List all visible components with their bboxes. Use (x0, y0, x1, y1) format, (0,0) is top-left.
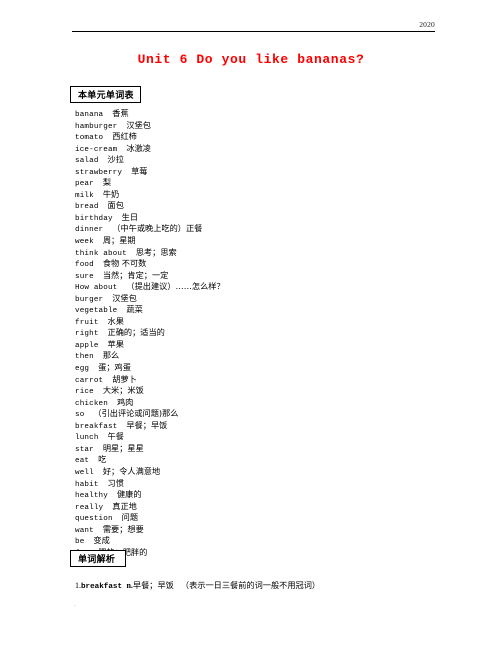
vocabulary-definition: 胡萝卜 (112, 373, 137, 384)
analysis-entry-definition: 早餐；早饭 (132, 580, 174, 590)
vocabulary-row: bread 面包 (75, 198, 475, 211)
vocabulary-definition: 水果 (107, 315, 124, 326)
vocabulary-definition: 当然；肯定；一定 (102, 269, 169, 280)
analysis-entry: 1.breakfast n.早餐；早饭 （表示一日三餐前的词一般不用冠词） (75, 578, 485, 593)
vocabulary-definition: 明星；星星 (102, 442, 144, 453)
footer-mark: . (74, 600, 76, 608)
vocabulary-definition: 问题 (121, 512, 139, 523)
vocabulary-definition: 汉堡包 (112, 292, 137, 303)
vocabulary-definition: 变成 (93, 535, 110, 546)
vocabulary-definition: 苹果 (107, 338, 124, 349)
vocabulary-definition: 需要；想要 (102, 523, 144, 534)
page-header: 2020 (72, 20, 435, 32)
vocabulary-row: lunch 午餐 (75, 429, 475, 442)
vocabulary-definition: 思考；思索 (135, 246, 177, 257)
vocabulary-row: food 食物 不可数 (75, 256, 475, 269)
vocabulary-row: fruit 水果 (75, 314, 475, 327)
vocabulary-definition: （引出评论或问题)那么 (93, 408, 179, 419)
vocabulary-definition: 大米；米饭 (102, 385, 144, 396)
vocabulary-row: habit 习惯 (75, 476, 475, 489)
vocabulary-definition: （中午或晚上吃的）正餐 (112, 223, 203, 234)
vocabulary-row: want 需要；想要 (75, 522, 475, 535)
vocabulary-row: egg 蛋；鸡蛋 (75, 360, 475, 373)
vocabulary-row: strawberry 草莓 (75, 164, 475, 177)
vocabulary-row: ice-cream 冰激凌 (75, 141, 475, 154)
vocabulary-definition: 鸡肉 (116, 396, 134, 407)
vocabulary-row: tomato 西红柿 (75, 129, 475, 142)
vocabulary-section-heading: 本单元单词表 (70, 86, 141, 103)
vocabulary-definition: 蛋；鸡蛋 (98, 362, 131, 373)
vocabulary-definition: 生日 (121, 211, 139, 222)
header-divider (72, 31, 435, 32)
vocabulary-row: think about 思考；思索 (75, 245, 475, 258)
vocabulary-row: so （引出评论或问题)那么 (75, 406, 475, 419)
vocabulary-definition: 好；令人满意地 (102, 465, 161, 476)
vocabulary-definition: 汉堡包 (126, 119, 151, 130)
vocabulary-row: birthday 生日 (75, 210, 475, 223)
vocabulary-row: apple 苹果 (75, 337, 475, 350)
vocabulary-row: healthy 健康的 (75, 487, 475, 500)
vocabulary-definition: 那么 (102, 350, 120, 361)
vocabulary-definition: 午餐 (107, 431, 124, 442)
vocabulary-definition: 牛奶 (102, 188, 120, 199)
vocabulary-row: eat 吃 (75, 452, 475, 465)
document-page: 2020 Unit 6 Do you like bananas? 本单元单词表 … (0, 0, 502, 649)
vocabulary-row: breakfast 早餐；早饭 (75, 418, 475, 431)
vocabulary-row: sure 当然；肯定；一定 (75, 268, 475, 281)
vocabulary-definition: 西红柿 (112, 131, 137, 142)
vocabulary-definition: 真正地 (112, 500, 137, 511)
vocabulary-row: week 周；星期 (75, 233, 475, 246)
vocabulary-row: salad 沙拉 (75, 152, 475, 165)
vocabulary-row: right 正确的；适当的 (75, 325, 475, 338)
vocabulary-definition: 蔬菜 (126, 304, 143, 315)
vocabulary-definition: 正确的；适当的 (107, 327, 165, 338)
vocabulary-row: well 好；令人满意地 (75, 464, 475, 477)
header-year: 2020 (419, 20, 435, 29)
vocabulary-row: fat肥的；肥胖的 (75, 545, 475, 558)
vocabulary-list: banana 香蕉 hamburger 汉堡包 tomato 西红柿 ice-cream 冰激… (75, 106, 475, 558)
word-analysis-list: 1.breakfast n.早餐；早饭 （表示一日三餐前的词一般不用冠词） (75, 578, 485, 593)
vocabulary-definition: 沙拉 (107, 154, 124, 165)
vocabulary-row: How about （提出建议）……怎么样？ (75, 279, 475, 292)
page-title: Unit 6 Do you like bananas? (137, 52, 365, 67)
vocabulary-row: vegetable 蔬菜 (75, 302, 475, 315)
vocabulary-heading-label: 本单元单词表 (78, 91, 134, 101)
analysis-entry-note: （表示一日三餐前的词一般不用冠词） (180, 580, 321, 590)
analysis-entry-term: breakfast (81, 583, 123, 591)
vocabulary-row: banana 香蕉 (75, 106, 475, 119)
vocabulary-definition: 冰激凌 (126, 142, 151, 153)
vocabulary-definition: 梨 (102, 177, 112, 188)
vocabulary-row: be 变成 (75, 533, 475, 546)
analysis-heading-label: 单词解析 (78, 555, 116, 565)
vocabulary-row: then 那么 (75, 348, 475, 361)
vocabulary-row: star 明星；星星 (75, 441, 475, 454)
vocabulary-definition: 周；星期 (102, 235, 136, 246)
vocabulary-row: dinner （中午或晚上吃的）正餐 (75, 221, 475, 234)
vocabulary-definition: 食物 不可数 (102, 258, 147, 269)
vocabulary-definition: 香蕉 (112, 108, 129, 118)
vocabulary-row: carrot 胡萝卜 (75, 372, 475, 385)
analysis-section-heading: 单词解析 (70, 550, 126, 567)
vocabulary-definition: 早餐；早饭 (126, 419, 168, 430)
vocabulary-row: question 问题 (75, 510, 475, 523)
vocabulary-definition: 健康的 (116, 489, 142, 500)
vocabulary-row: milk 牛奶 (75, 187, 475, 200)
vocabulary-row: pear 梨 (75, 175, 475, 188)
vocabulary-row: really 真正地 (75, 499, 475, 512)
vocabulary-definition: 习惯 (107, 477, 124, 488)
vocabulary-definition: （提出建议）……怎么样？ (126, 281, 225, 292)
vocabulary-definition: 吃 (98, 454, 107, 465)
vocabulary-definition: 草莓 (131, 165, 148, 176)
vocabulary-row: hamburger 汉堡包 (75, 118, 475, 131)
vocabulary-definition: 面包 (107, 200, 124, 211)
vocabulary-row: chicken 鸡肉 (75, 395, 475, 408)
vocabulary-row: burger 汉堡包 (75, 291, 475, 304)
vocabulary-row: rice 大米；米饭 (75, 383, 475, 396)
